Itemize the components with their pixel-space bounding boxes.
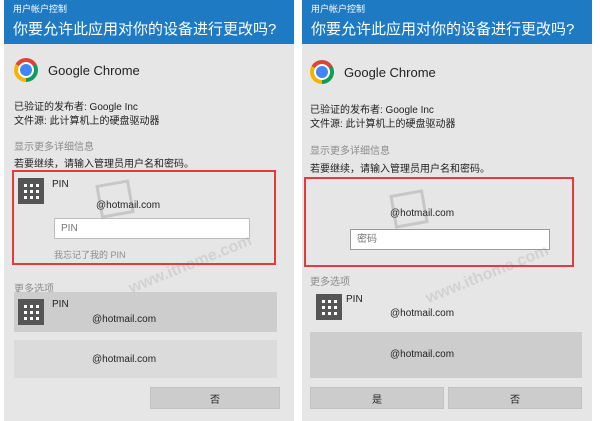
option-pin-row[interactable]: PIN @hotmail.com <box>14 292 277 332</box>
pin-input[interactable] <box>54 218 250 239</box>
pin-tile-icon <box>18 178 44 204</box>
account-label: PIN <box>52 179 69 190</box>
option-email: @hotmail.com <box>390 349 455 360</box>
show-details-link[interactable]: 显示更多详细信息 <box>14 138 94 153</box>
pin-tile-icon <box>18 299 44 325</box>
app-name: Google Chrome <box>344 64 436 80</box>
pin-tile-icon <box>316 294 342 320</box>
highlight-box <box>304 177 574 267</box>
dialog-question: 你要允许此应用对你的设备进行更改吗? <box>311 21 575 38</box>
option-email: @hotmail.com <box>92 354 157 365</box>
instruction-text: 若要继续，请输入管理员用户名和密码。 <box>310 164 490 175</box>
app-identity: Google Chrome <box>310 60 436 84</box>
password-input[interactable] <box>350 229 550 250</box>
publisher-text: 已验证的发布者: Google Inc <box>14 102 138 113</box>
dialog-header: 用户帐户控制 你要允许此应用对你的设备进行更改吗? <box>302 0 592 44</box>
uac-dialog-left: 用户帐户控制 你要允许此应用对你的设备进行更改吗? Google Chrome … <box>4 0 294 421</box>
account-email: @hotmail.com <box>390 208 455 219</box>
app-identity: Google Chrome <box>14 58 140 82</box>
option-pin-row[interactable]: PIN @hotmail.com <box>310 288 573 326</box>
yes-button[interactable]: 是 <box>310 387 444 409</box>
window-title: 用户帐户控制 <box>311 4 366 14</box>
window-title: 用户帐户控制 <box>13 4 68 14</box>
account-email: @hotmail.com <box>96 200 161 211</box>
option-email: @hotmail.com <box>390 308 455 319</box>
no-button[interactable]: 否 <box>448 387 582 409</box>
option-password-row[interactable]: @hotmail.com <box>310 332 582 378</box>
dialog-question: 你要允许此应用对你的设备进行更改吗? <box>13 21 277 38</box>
option-password-row[interactable]: @hotmail.com <box>14 340 277 378</box>
more-options-label: 更多选项 <box>310 277 350 288</box>
option-email: @hotmail.com <box>92 314 157 325</box>
option-label: PIN <box>346 294 363 305</box>
file-origin-text: 文件源: 此计算机上的硬盘驱动器 <box>310 119 456 130</box>
chrome-icon <box>14 58 38 82</box>
app-name: Google Chrome <box>48 62 140 78</box>
publisher-text: 已验证的发布者: Google Inc <box>310 105 434 116</box>
chrome-icon <box>310 60 334 84</box>
dialog-header: 用户帐户控制 你要允许此应用对你的设备进行更改吗? <box>4 0 294 44</box>
uac-dialog-right: 用户帐户控制 你要允许此应用对你的设备进行更改吗? Google Chrome … <box>302 0 592 421</box>
instruction-text: 若要继续，请输入管理员用户名和密码。 <box>14 159 194 170</box>
option-label: PIN <box>52 299 69 310</box>
no-button[interactable]: 否 <box>150 387 280 409</box>
show-details-link[interactable]: 显示更多详细信息 <box>310 142 390 157</box>
forgot-pin-link[interactable]: 我忘记了我的 PIN <box>54 248 126 261</box>
file-origin-text: 文件源: 此计算机上的硬盘驱动器 <box>14 116 160 127</box>
